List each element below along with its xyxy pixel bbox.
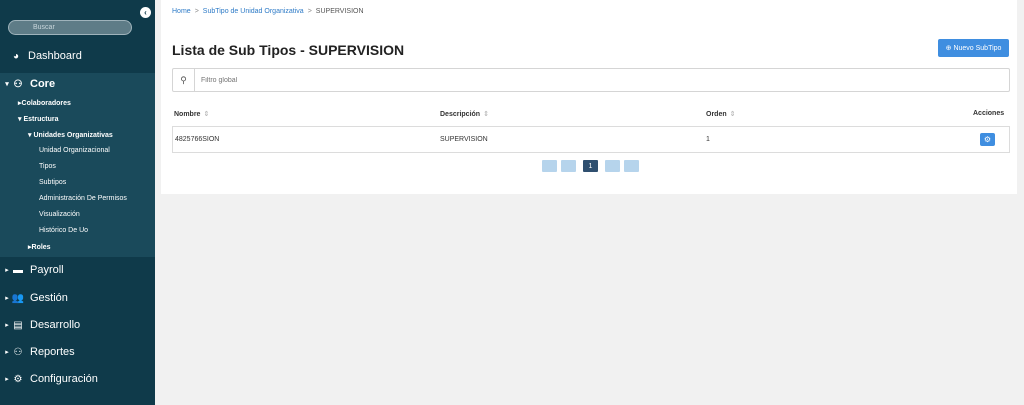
sidebar-item-admin-permisos[interactable]: Administración De Permisos [39,195,127,202]
sidebar-item-label: Dashboard [28,50,82,62]
sort-icon: ⇕ [729,111,736,118]
sidebar-item-label: Payroll [30,264,64,276]
caret-right-icon: ▸ [5,322,9,329]
caret-down-icon: ▾ [5,81,9,88]
sidebar-item-gestion[interactable]: ▸ 👥 Gestión [0,285,155,311]
sidebar-item-visualizacion[interactable]: Visualización [39,211,80,218]
sidebar-item-unidades-organizativas[interactable]: ▾ Unidades Organizativas [28,131,113,139]
sidebar-item-label: Core [30,78,56,90]
settings-icon: ⚙ [983,135,992,144]
column-header-orden[interactable]: Orden ⇕ [706,110,736,118]
global-filter-input[interactable] [195,76,975,84]
main-panel: Home > SubTipo de Unidad Organizativa > SUPE… [161,0,1017,194]
breadcrumb-separator: > [194,8,199,15]
breadcrumb: Home > SubTipo de Unidad Organizativa > SUPE… [172,8,364,15]
sidebar-item-tipos[interactable]: Tipos [39,163,56,170]
sidebar-item-configuracion[interactable]: ▸ ⚙ Configuración [0,366,155,392]
table-row[interactable] [172,126,1010,153]
column-header-acciones: Acciones [973,110,1005,117]
new-subtipo-label: Nuevo SubTipo [953,44,1002,52]
cell-descripcion: SUPERVISION [440,136,488,143]
sidebar-item-roles[interactable]: ▸Roles [28,243,51,251]
sidebar-item-estructura[interactable]: ▾ Estructura [18,115,58,123]
plus-circle-icon: ⊕ [945,45,952,52]
book-icon: ▤ [13,319,23,331]
sitemap-icon: ⚇ [13,78,23,90]
sort-icon: ⇕ [203,111,210,118]
sidebar-item-dashboard[interactable]: ◕ Dashboard [0,43,155,69]
pagination-next[interactable] [605,160,620,172]
sidebar: ‹ ◕ Dashboard ▾ ⚇ Core ▸Colaboradores ▾ … [0,0,155,405]
sidebar-item-historico[interactable]: Histórico De Uo [39,227,88,234]
caret-right-icon: ▸ [5,376,9,383]
sidebar-item-reportes[interactable]: ▸ ⚇ Reportes [0,339,155,365]
column-header-nombre[interactable]: Nombre ⇕ [174,110,209,118]
pagination-last[interactable] [624,160,639,172]
column-header-descripcion[interactable]: Descripción ⇕ [440,110,489,118]
sidebar-item-label: Gestión [30,292,68,304]
sidebar-item-desarrollo[interactable]: ▸ ▤ Desarrollo [0,312,155,338]
pagination-prev[interactable] [561,160,576,172]
row-action-button[interactable]: ⚙ [980,133,995,146]
breadcrumb-subtipo[interactable]: SubTipo de Unidad Organizativa [203,8,304,15]
search-icon: ⚲ [173,69,195,91]
cell-orden: 1 [706,136,710,143]
sitemap-icon: ⚇ [13,346,23,358]
sidebar-item-label: Reportes [30,346,75,358]
caret-right-icon: ▸ [5,267,9,274]
dashboard-icon: ◕ [12,50,20,62]
pagination-first[interactable] [542,160,557,172]
cell-nombre: 4825766SION [175,136,220,143]
caret-right-icon: ▸ [5,295,9,302]
gear-icon: ⚙ [13,373,23,385]
sidebar-item-subtipos[interactable]: Subtipos [39,179,66,186]
breadcrumb-separator: > [307,8,312,15]
page-title: Lista de Sub Tipos - SUPERVISION [172,42,405,58]
new-subtipo-button[interactable]: ⊕ Nuevo SubTipo [938,39,1009,57]
sidebar-item-label: Desarrollo [30,319,81,331]
caret-right-icon: ▸ [5,349,9,356]
sidebar-item-payroll[interactable]: ▸ ▬ Payroll [0,257,155,283]
breadcrumb-home[interactable]: Home [172,8,191,15]
sidebar-item-unidad-organizacional[interactable]: Unidad Organizacional [39,147,110,154]
breadcrumb-current: SUPERVISION [315,8,364,15]
sidebar-item-core[interactable]: ▾ ⚇ Core [0,71,155,97]
pagination-page[interactable]: 1 [583,160,598,172]
sidebar-item-label: Configuración [30,373,98,385]
search-input[interactable] [8,20,132,35]
sidebar-item-colaboradores[interactable]: ▸Colaboradores [18,99,71,107]
money-icon: ▬ [13,264,23,276]
users-icon: 👥 [11,292,25,304]
chevron-left-icon[interactable]: ‹ [140,7,151,18]
global-filter: ⚲ [172,68,1010,92]
sort-icon: ⇕ [483,111,489,118]
